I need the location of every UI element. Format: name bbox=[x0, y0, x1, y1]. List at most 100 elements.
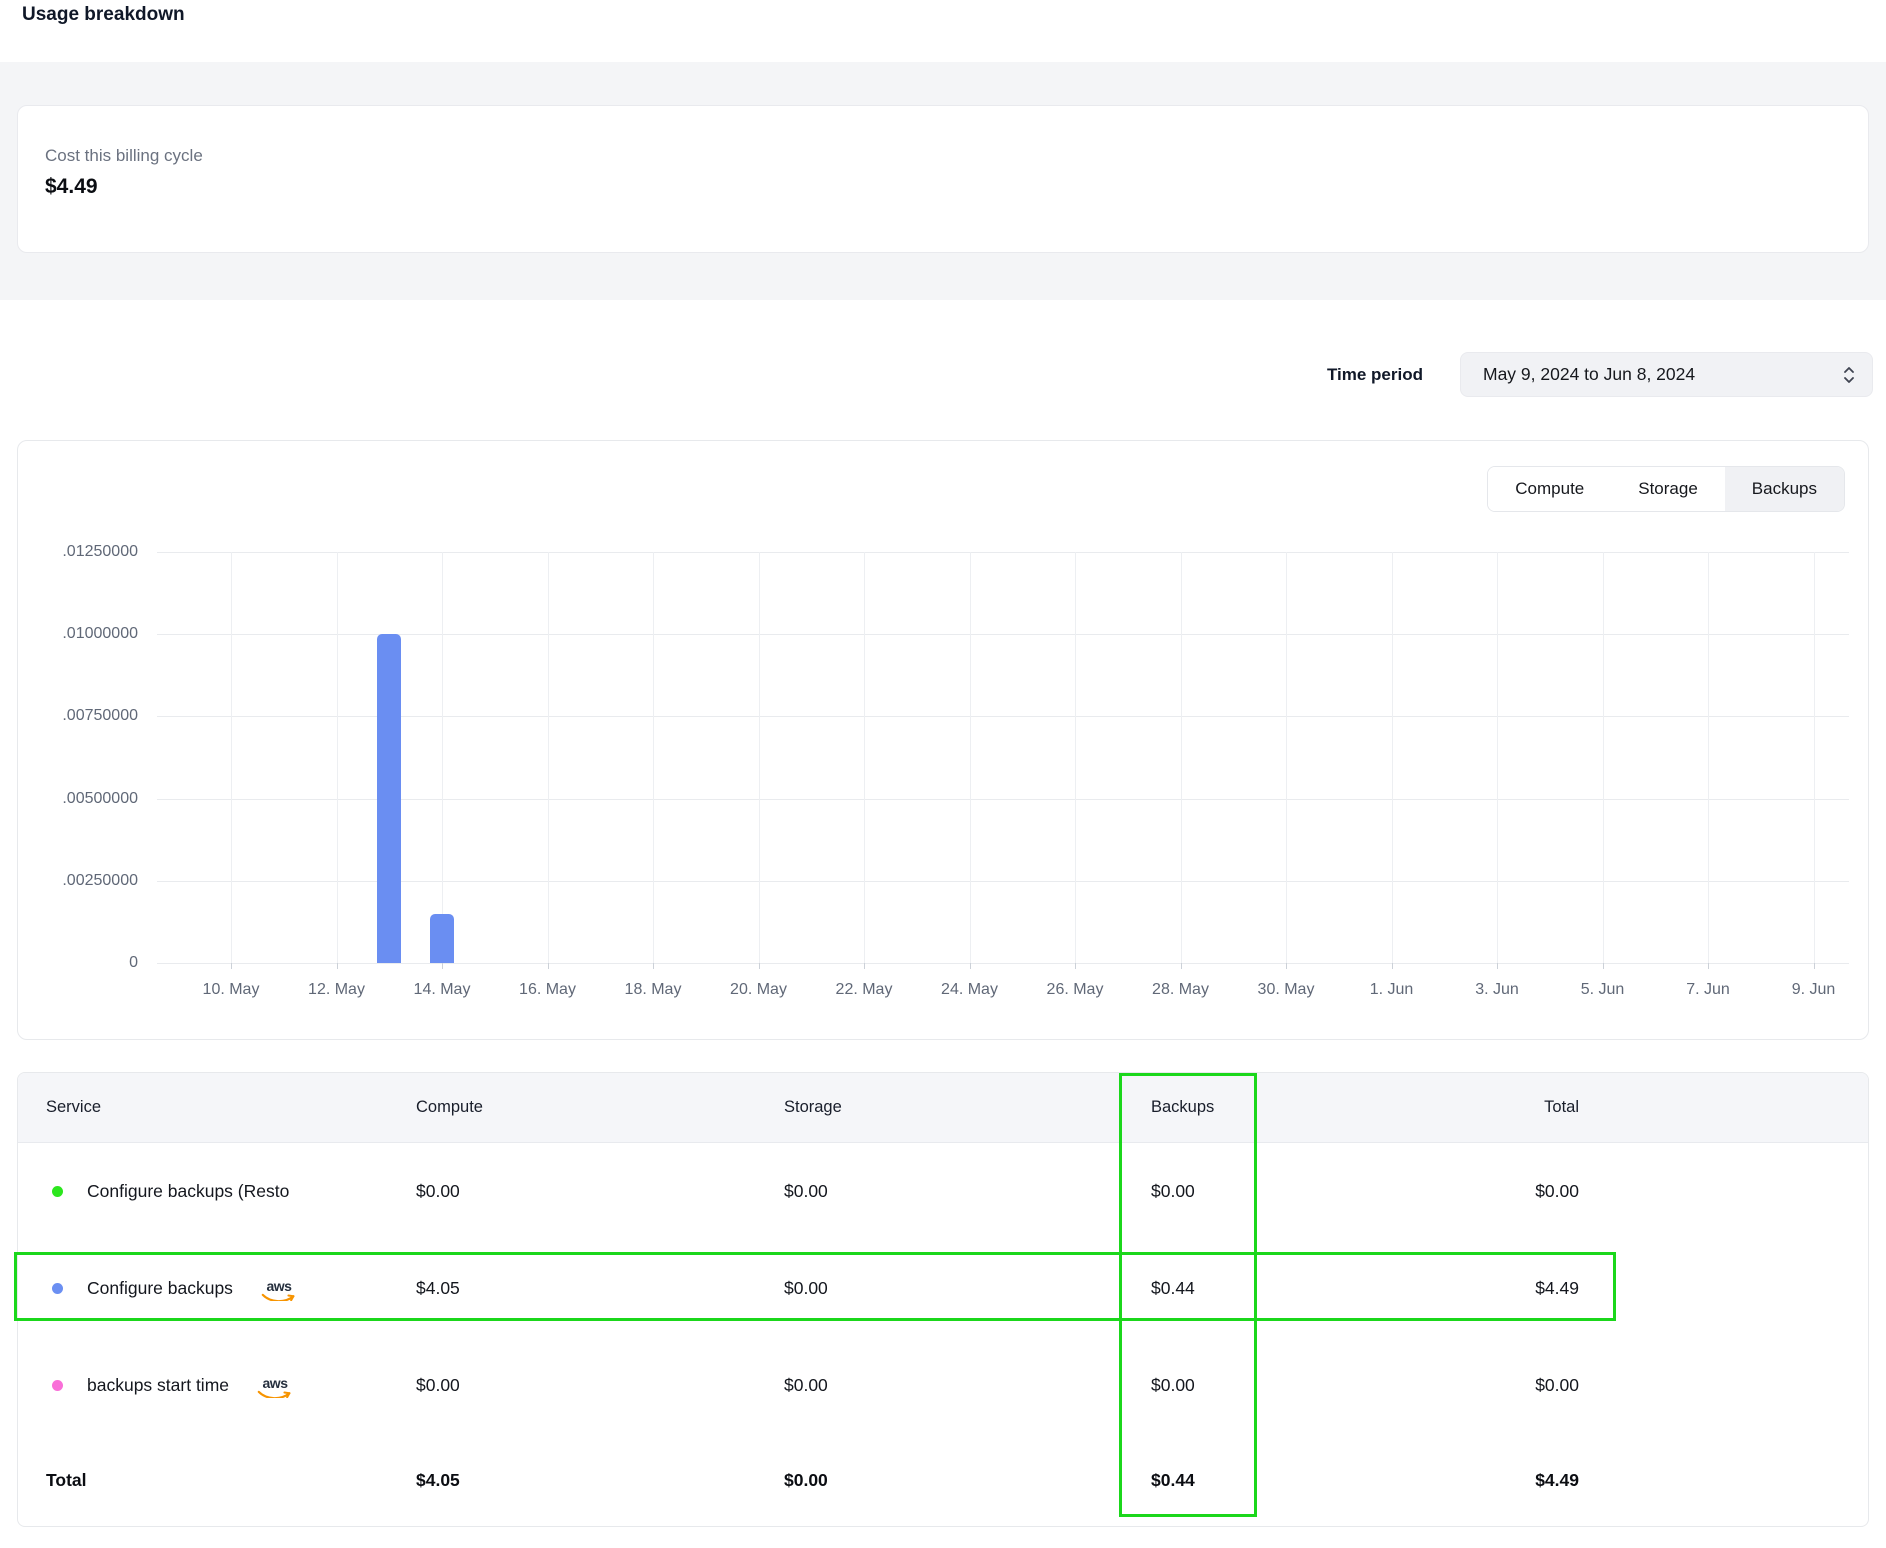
compute-total: $4.05 bbox=[416, 1470, 784, 1491]
cost-card: Cost this billing cycle $4.49 bbox=[17, 105, 1869, 253]
chart-bar-14-may[interactable] bbox=[430, 914, 454, 963]
backups-cost: $0.00 bbox=[1151, 1375, 1391, 1396]
backups-total: $0.44 bbox=[1151, 1470, 1391, 1491]
gridline-vertical bbox=[231, 552, 232, 963]
tab-compute[interactable]: Compute bbox=[1488, 467, 1611, 511]
gridline-vertical bbox=[1286, 552, 1287, 963]
backups-cost: $0.44 bbox=[1151, 1278, 1391, 1299]
column-header-service: Service bbox=[18, 1098, 416, 1117]
bar-chart: .01250000 .01000000 .00750000 .00500000 .002… bbox=[18, 441, 1868, 1039]
x-axis-tick bbox=[1392, 963, 1393, 969]
gridline-horizontal bbox=[157, 552, 1849, 553]
x-axis-tick bbox=[759, 963, 760, 969]
gridline-vertical bbox=[864, 552, 865, 963]
x-axis-tick bbox=[1286, 963, 1287, 969]
x-axis-tick bbox=[1708, 963, 1709, 969]
gridline-horizontal bbox=[157, 799, 1849, 800]
usage-table: Service Compute Storage Backups Total Co… bbox=[17, 1072, 1869, 1527]
x-axis-label: 14. May bbox=[414, 981, 471, 999]
y-axis-label: .00250000 bbox=[24, 872, 138, 890]
table-row: Configure backups (Resto $0.00 $0.00 $0.… bbox=[18, 1143, 1868, 1240]
gridline-horizontal bbox=[157, 716, 1849, 717]
total-cost: $0.00 bbox=[1391, 1181, 1868, 1202]
x-axis-tick bbox=[1497, 963, 1498, 969]
chart-bar-13-may[interactable] bbox=[377, 634, 401, 963]
x-axis-label: 26. May bbox=[1047, 981, 1104, 999]
gridline-vertical bbox=[1181, 552, 1182, 963]
x-axis-label: 16. May bbox=[519, 981, 576, 999]
x-axis-label: 30. May bbox=[1258, 981, 1315, 999]
chevron-up-down-icon bbox=[1842, 364, 1856, 386]
x-axis-tick bbox=[1603, 963, 1604, 969]
table-row-highlighted: Configure backups aws $4.05 $0.00 $0.44 … bbox=[18, 1240, 1868, 1337]
service-name: backups start time bbox=[87, 1375, 229, 1396]
gridline-vertical bbox=[970, 552, 971, 963]
gridline-horizontal bbox=[157, 634, 1849, 635]
x-axis-tick bbox=[864, 963, 865, 969]
storage-cost: $0.00 bbox=[784, 1278, 1151, 1299]
cost-card-value: $4.49 bbox=[45, 175, 1868, 199]
gridline-horizontal bbox=[157, 881, 1849, 882]
x-axis-label: 10. May bbox=[203, 981, 260, 999]
total-row-label: Total bbox=[18, 1470, 416, 1491]
series-dot-icon bbox=[52, 1283, 63, 1294]
backups-cost: $0.00 bbox=[1151, 1181, 1391, 1202]
x-axis-label: 20. May bbox=[730, 981, 787, 999]
gridline-vertical bbox=[1603, 552, 1604, 963]
grand-total: $4.49 bbox=[1391, 1470, 1868, 1491]
billing-summary-band: Cost this billing cycle $4.49 bbox=[0, 62, 1886, 300]
storage-total: $0.00 bbox=[784, 1470, 1151, 1491]
x-axis-label: 1. Jun bbox=[1370, 981, 1414, 999]
x-axis-label: 9. Jun bbox=[1792, 981, 1836, 999]
time-period-select[interactable]: May 9, 2024 to Jun 8, 2024 bbox=[1460, 352, 1873, 397]
x-axis-label: 22. May bbox=[836, 981, 893, 999]
y-axis-label: .00750000 bbox=[24, 707, 138, 725]
storage-cost: $0.00 bbox=[784, 1375, 1151, 1396]
gridline-vertical bbox=[442, 552, 443, 963]
table-total-row: Total $4.05 $0.00 $0.44 $4.49 bbox=[18, 1434, 1868, 1527]
compute-cost: $4.05 bbox=[416, 1278, 784, 1299]
x-axis-label: 5. Jun bbox=[1581, 981, 1625, 999]
compute-cost: $0.00 bbox=[416, 1181, 784, 1202]
x-axis-label: 7. Jun bbox=[1686, 981, 1730, 999]
service-name: Configure backups bbox=[87, 1278, 233, 1299]
x-axis-tick bbox=[653, 963, 654, 969]
tab-backups[interactable]: Backups bbox=[1725, 467, 1844, 511]
gridline-vertical bbox=[653, 552, 654, 963]
time-period-row: Time period May 9, 2024 to Jun 8, 2024 bbox=[1327, 352, 1873, 397]
gridline-vertical bbox=[759, 552, 760, 963]
total-cost: $0.00 bbox=[1391, 1375, 1868, 1396]
column-header-compute: Compute bbox=[416, 1098, 784, 1117]
y-axis-label: .01250000 bbox=[24, 543, 138, 561]
x-axis-tick bbox=[1181, 963, 1182, 969]
x-axis-tick bbox=[970, 963, 971, 969]
chart-metric-tabs: Compute Storage Backups bbox=[1487, 466, 1845, 512]
y-axis-label: 0 bbox=[24, 954, 138, 972]
x-axis-tick bbox=[1814, 963, 1815, 969]
y-axis-label: .00500000 bbox=[24, 790, 138, 808]
gridline-vertical bbox=[1708, 552, 1709, 963]
total-cost: $4.49 bbox=[1391, 1278, 1868, 1299]
column-header-storage: Storage bbox=[784, 1098, 1151, 1117]
cost-card-label: Cost this billing cycle bbox=[45, 146, 1868, 166]
table-row: backups start time aws $0.00 $0.00 $0.00… bbox=[18, 1337, 1868, 1434]
gridline-vertical bbox=[1392, 552, 1393, 963]
gridline-vertical bbox=[548, 552, 549, 963]
tab-storage[interactable]: Storage bbox=[1611, 467, 1725, 511]
column-header-backups: Backups bbox=[1151, 1098, 1391, 1117]
y-axis-label: .01000000 bbox=[24, 625, 138, 643]
aws-icon: aws bbox=[257, 1376, 293, 1398]
gridline-horizontal bbox=[157, 963, 1849, 964]
series-dot-icon bbox=[52, 1186, 63, 1197]
series-dot-icon bbox=[52, 1380, 63, 1391]
compute-cost: $0.00 bbox=[416, 1375, 784, 1396]
column-header-total: Total bbox=[1391, 1098, 1868, 1117]
gridline-vertical bbox=[1497, 552, 1498, 963]
service-name: Configure backups (Resto bbox=[87, 1181, 289, 1202]
x-axis-tick bbox=[1075, 963, 1076, 969]
usage-chart-card: Compute Storage Backups .01250000 .010000… bbox=[17, 440, 1869, 1040]
x-axis-tick bbox=[231, 963, 232, 969]
x-axis-label: 28. May bbox=[1152, 981, 1209, 999]
table-header-row: Service Compute Storage Backups Total bbox=[18, 1073, 1868, 1143]
time-period-value: May 9, 2024 to Jun 8, 2024 bbox=[1483, 364, 1695, 385]
